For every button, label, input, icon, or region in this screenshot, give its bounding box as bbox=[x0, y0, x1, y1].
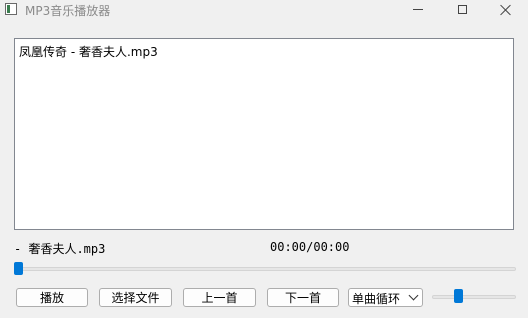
title-bar: MP3音乐播放器 bbox=[0, 0, 528, 19]
playlist[interactable]: 凤凰传奇 - 奢香夫人.mp3 bbox=[14, 38, 514, 230]
minimize-button[interactable] bbox=[398, 0, 438, 19]
progress-slider-handle[interactable] bbox=[14, 262, 23, 275]
app-icon bbox=[5, 3, 17, 15]
now-playing-label: - 奢香夫人.mp3 bbox=[14, 242, 106, 256]
playlist-item[interactable]: 凤凰传奇 - 奢香夫人.mp3 bbox=[19, 43, 158, 60]
close-button[interactable] bbox=[486, 0, 526, 19]
play-mode-select[interactable]: 单曲循环 bbox=[348, 288, 423, 307]
maximize-button[interactable] bbox=[442, 0, 482, 19]
choose-file-button[interactable]: 选择文件 bbox=[99, 288, 172, 307]
play-mode-value: 单曲循环 bbox=[352, 292, 401, 306]
previous-track-button[interactable]: 上一首 bbox=[183, 288, 256, 307]
volume-slider-handle[interactable] bbox=[454, 289, 463, 303]
next-track-button[interactable]: 下一首 bbox=[267, 288, 339, 307]
chevron-down-icon bbox=[408, 290, 419, 301]
minimize-icon bbox=[413, 9, 423, 10]
window-title: MP3音乐播放器 bbox=[25, 4, 111, 18]
close-icon bbox=[500, 4, 512, 16]
volume-slider-track[interactable] bbox=[432, 295, 516, 299]
maximize-icon bbox=[457, 5, 467, 14]
play-button[interactable]: 播放 bbox=[16, 288, 88, 307]
time-display: 00:00/00:00 bbox=[270, 240, 350, 254]
progress-slider-track[interactable] bbox=[14, 267, 516, 271]
